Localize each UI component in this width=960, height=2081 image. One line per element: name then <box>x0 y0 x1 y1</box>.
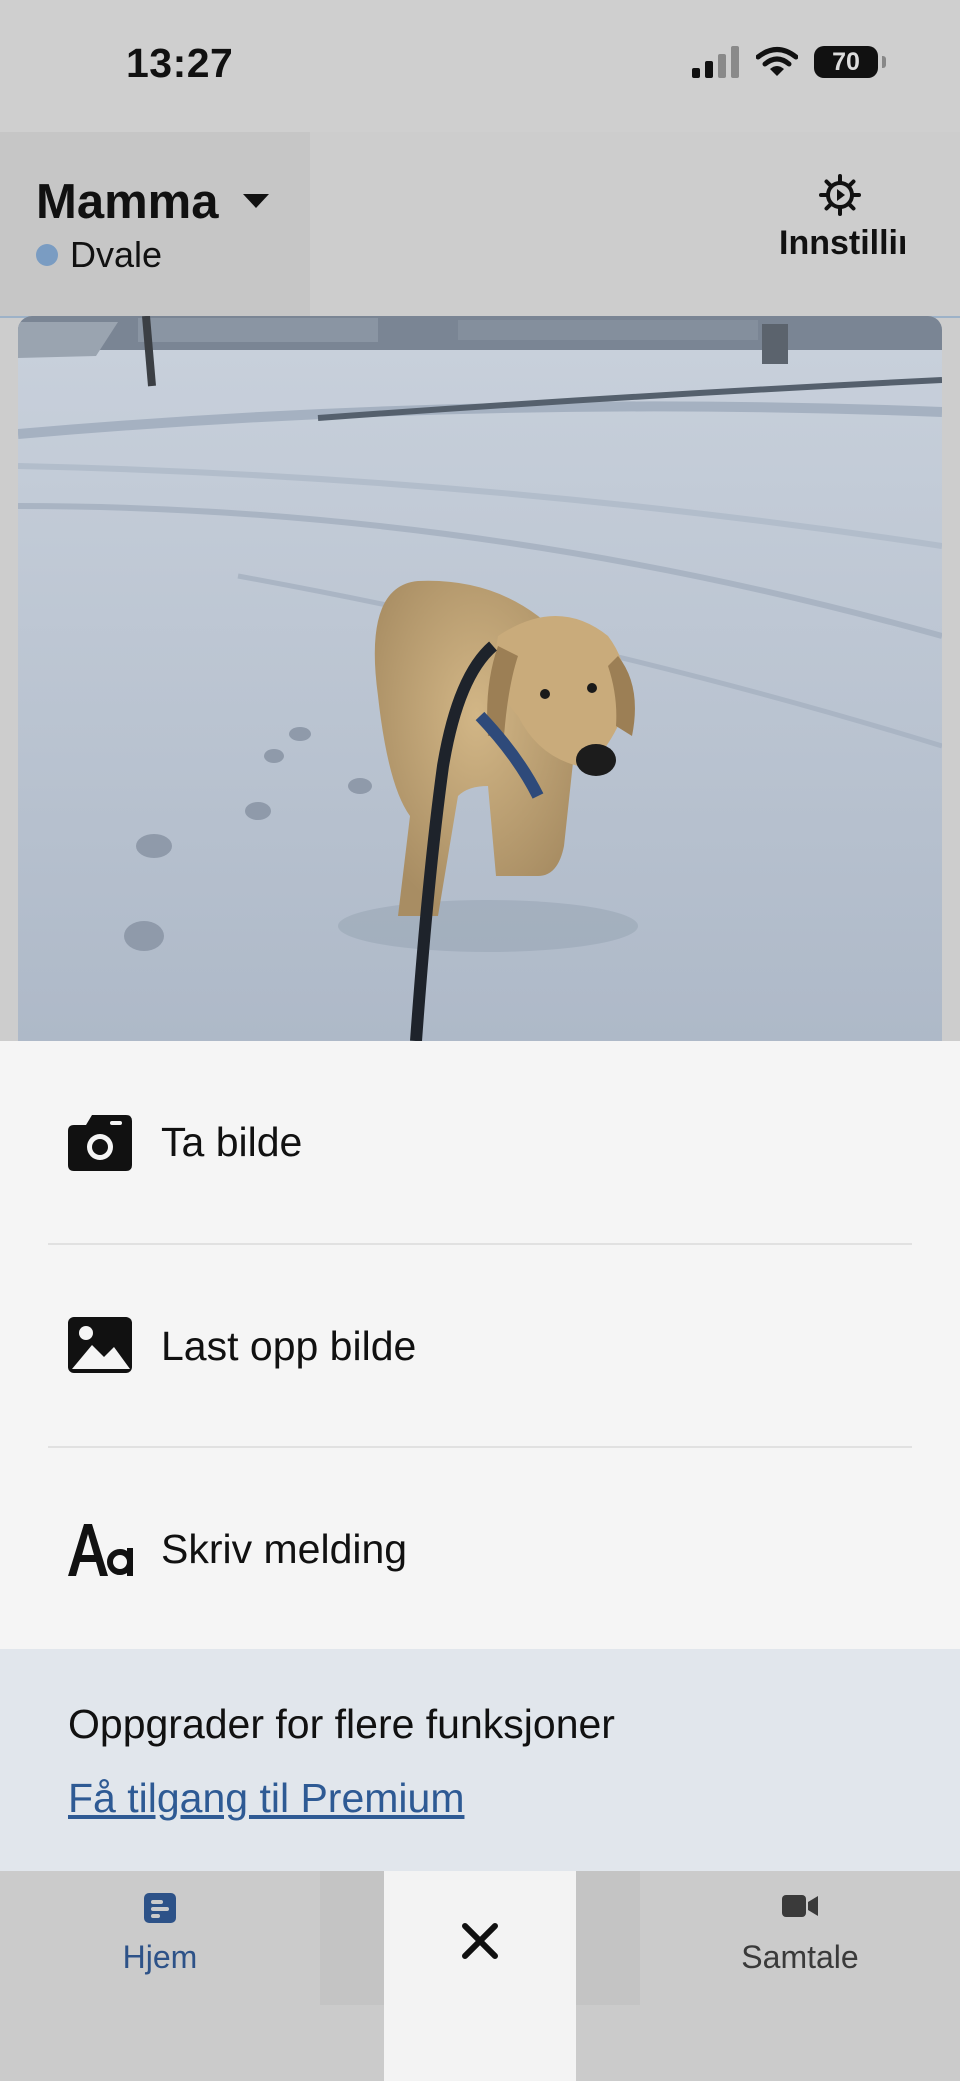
tab-bar: Hjem Samtale <box>0 1871 960 2081</box>
cellular-signal-icon <box>692 46 739 78</box>
battery-icon: 70 <box>814 46 886 78</box>
text-icon <box>68 1524 133 1576</box>
profile-switcher[interactable]: Mamma Dvale <box>0 132 310 316</box>
status-icons: 70 <box>692 46 886 78</box>
tab-home-label: Hjem <box>122 1939 198 1975</box>
chevron-down-icon <box>243 194 269 208</box>
status-label: Dvale <box>70 234 163 275</box>
action-sheet: Ta bilde Last opp bilde Skriv melding <box>0 1041 960 1649</box>
tab-home[interactable]: Hjem <box>0 1871 320 2005</box>
upgrade-banner: Oppgrader for flere funksjoner Få tilgan… <box>0 1649 960 1871</box>
tab-call-label: Samtale <box>741 1939 859 1975</box>
take-photo-label: Ta bilde <box>161 1119 303 1165</box>
premium-link[interactable]: Få tilgang til Premium <box>68 1775 464 1822</box>
status-time: 13:27 <box>126 40 234 86</box>
status-bar: 13:27 70 <box>0 0 960 132</box>
upload-photo-label: Last opp bilde <box>161 1323 417 1369</box>
close-icon <box>462 1923 498 1959</box>
settings-label: Innstillinger <box>779 224 905 262</box>
tab-spacer <box>320 1871 384 2005</box>
tab-call[interactable]: Samtale <box>640 1871 960 2005</box>
image-icon <box>68 1317 132 1373</box>
wifi-icon <box>756 47 798 76</box>
upload-photo-button[interactable]: Last opp bilde <box>48 1245 912 1445</box>
home-feed-icon <box>144 1893 176 1923</box>
close-menu-button[interactable] <box>384 1871 576 2081</box>
video-camera-icon <box>782 1895 818 1917</box>
settings-button[interactable]: Innstillinger <box>775 172 905 292</box>
app-header: Mamma Dvale Innstillinger <box>0 132 960 318</box>
gear-icon <box>819 174 861 216</box>
battery-level: 70 <box>832 48 860 76</box>
dog-in-snow-photo <box>18 316 942 1041</box>
upgrade-title: Oppgrader for flere funksjoner <box>68 1701 615 1747</box>
profile-name: Mamma <box>36 175 219 229</box>
write-message-button[interactable]: Skriv melding <box>48 1448 912 1648</box>
status-dot <box>36 244 58 266</box>
write-message-label: Skriv melding <box>161 1526 408 1572</box>
tab-spacer <box>576 1871 640 2005</box>
take-photo-button[interactable]: Ta bilde <box>48 1041 912 1241</box>
camera-icon <box>68 1115 132 1171</box>
